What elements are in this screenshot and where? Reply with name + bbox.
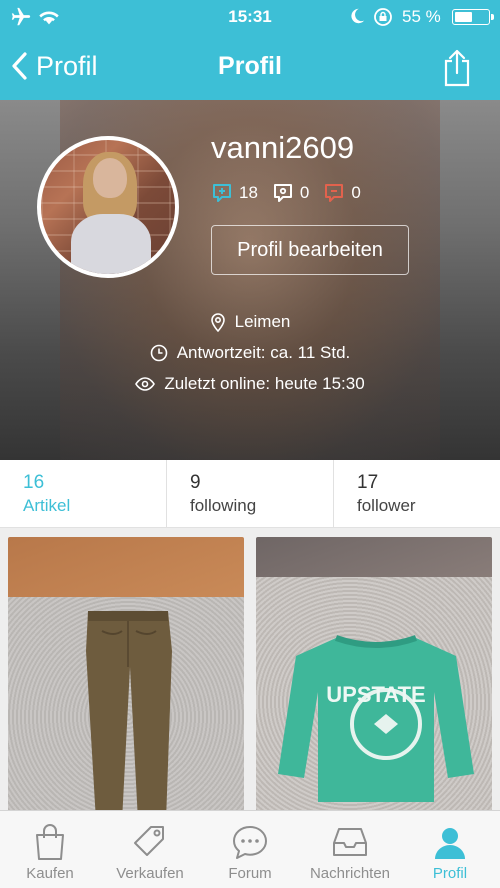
- eye-icon: [135, 377, 156, 391]
- tab-nachrichten-label: Nachrichten: [309, 865, 391, 882]
- tab-profil-label: Profil: [432, 865, 468, 882]
- shopping-bag-icon: [36, 824, 64, 860]
- clock-icon: [150, 344, 168, 362]
- following-count: 9: [190, 472, 201, 493]
- svg-text:UPSTATE: UPSTATE: [326, 682, 425, 707]
- moon-icon: [351, 8, 365, 24]
- tab-nachrichten[interactable]: Nachrichten: [300, 811, 400, 888]
- status-bar: 15:31 55 %: [0, 0, 500, 34]
- negative-rating-icon: [325, 184, 344, 202]
- tab-verkaufen[interactable]: Verkaufen: [100, 811, 200, 888]
- follower-label: follower: [357, 496, 416, 515]
- chat-bubble-icon: [233, 826, 267, 859]
- rating-neutral: 0: [272, 182, 309, 204]
- article-card-pants[interactable]: [8, 537, 244, 817]
- article-grid: UPSTATE: [0, 528, 500, 817]
- rating-positive: 18: [211, 182, 258, 204]
- brown-pants-photo: [86, 611, 172, 817]
- rotation-lock-icon: [374, 8, 392, 26]
- location-row: Leimen: [0, 312, 500, 332]
- inbox-icon: [333, 828, 367, 856]
- neutral-rating-icon: [273, 184, 292, 202]
- ratings[interactable]: 18 0 0: [211, 182, 375, 204]
- tab-follower[interactable]: 17 follower: [334, 460, 500, 527]
- top-bar: 15:31 55 % Profil Profil: [0, 0, 500, 100]
- response-time-row: Antwortzeit: ca. 11 Std.: [0, 343, 500, 363]
- rating-neutral-count: 0: [299, 183, 310, 202]
- tab-forum-label: Forum: [228, 865, 272, 882]
- following-label: following: [190, 496, 257, 515]
- tab-kaufen-label: Kaufen: [26, 865, 74, 882]
- last-online-row: Zuletzt online: heute 15:30: [0, 374, 500, 394]
- profile-header: vanni2609 18 0 0 Profil bearbeiten Leime…: [0, 100, 500, 460]
- articles-count: 16: [23, 472, 45, 493]
- location-text: Leimen: [234, 312, 291, 331]
- tab-verkaufen-label: Verkaufen: [116, 865, 184, 882]
- profile-stats: 16 Artikel 9 following 17 follower: [0, 460, 500, 528]
- navigation-bar: Profil Profil: [0, 34, 500, 100]
- tab-kaufen[interactable]: Kaufen: [0, 811, 100, 888]
- tab-profil[interactable]: Profil: [400, 811, 500, 888]
- location-pin-icon: [210, 313, 225, 332]
- tab-following[interactable]: 9 following: [167, 460, 334, 527]
- rating-negative-count: 0: [351, 183, 361, 202]
- upstate-sweater-photo: UPSTATE: [278, 635, 474, 802]
- article-card-sweater[interactable]: UPSTATE: [256, 537, 492, 817]
- battery-icon: [452, 9, 494, 25]
- tab-bar: Kaufen Verkaufen Forum Nachrichten Profi…: [0, 810, 500, 888]
- username: vanni2609: [211, 130, 355, 165]
- positive-rating-icon: [213, 184, 231, 202]
- rating-positive-count: 18: [239, 183, 258, 202]
- articles-label: Artikel: [23, 496, 71, 515]
- battery-percentage: 55 %: [402, 7, 441, 26]
- share-icon[interactable]: [440, 48, 474, 88]
- battery-fill: [455, 12, 472, 22]
- response-time-text: Antwortzeit: ca. 11 Std.: [176, 343, 351, 362]
- tab-forum[interactable]: Forum: [200, 811, 300, 888]
- follower-count: 17: [357, 472, 379, 493]
- profile-icon: [435, 828, 465, 859]
- back-button-label: Profil: [36, 50, 98, 81]
- avatar[interactable]: [37, 136, 179, 278]
- price-tag-icon: [134, 826, 164, 856]
- tab-articles[interactable]: 16 Artikel: [0, 460, 167, 527]
- back-button[interactable]: Profil: [10, 48, 98, 84]
- last-online-text: Zuletzt online: heute 15:30: [164, 374, 365, 393]
- chevron-left-icon: [12, 52, 27, 80]
- rating-negative: 0: [323, 182, 361, 204]
- edit-profile-button[interactable]: Profil bearbeiten: [211, 225, 409, 275]
